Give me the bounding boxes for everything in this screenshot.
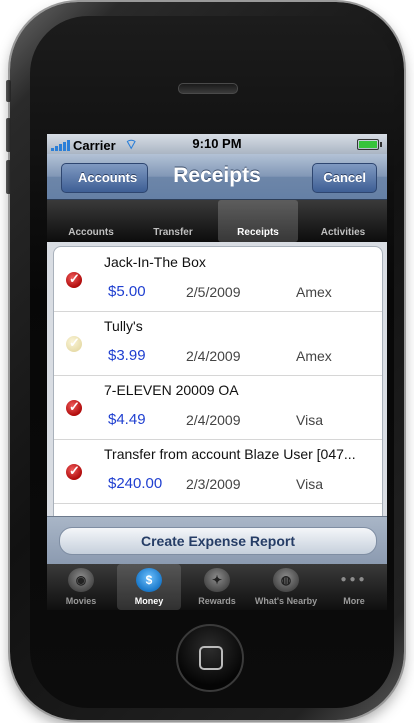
- tab-activities[interactable]: Activities: [303, 200, 383, 242]
- phone-screen: Carrier ⌔ 9:10 PM Accounts Receipts Canc…: [47, 134, 387, 610]
- status-time: 9:10 PM: [192, 136, 242, 151]
- tab-receipts[interactable]: Receipts: [218, 200, 298, 242]
- receipts-list[interactable]: Jack-In-The Box $5.00 2/5/2009 Amex Tull…: [53, 246, 383, 548]
- checkmark-icon[interactable]: [66, 271, 82, 288]
- receipt-row[interactable]: 7-ELEVEN 20009 OA $4.49 2/4/2009 Visa: [54, 375, 382, 440]
- section-tabs: Accounts Transfer Receipts Activities: [47, 200, 387, 242]
- tab-label: More: [343, 596, 365, 606]
- earpiece-speaker: [178, 83, 238, 94]
- receipt-amount: $240.00: [108, 475, 163, 492]
- tab-bar: ◉ Movies $ Money ✦ Rewards ◍ What's Near…: [47, 564, 387, 610]
- tab-whats-nearby[interactable]: ◍ What's Nearby: [251, 564, 321, 610]
- cancel-button[interactable]: Cancel: [312, 163, 377, 193]
- status-bar: Carrier ⌔ 9:10 PM: [47, 134, 387, 154]
- tab-label: What's Nearby: [254, 596, 318, 606]
- volume-up-button: [6, 118, 11, 152]
- receipt-name: Tully's: [104, 318, 143, 334]
- dollar-coin-icon: $: [136, 568, 162, 592]
- create-expense-report-button[interactable]: Create Expense Report: [59, 527, 377, 555]
- receipt-name: Jack-In-The Box: [104, 254, 206, 270]
- volume-down-button: [6, 160, 11, 194]
- checkmark-icon[interactable]: [66, 399, 82, 416]
- home-button[interactable]: [176, 624, 244, 692]
- tab-movies[interactable]: ◉ Movies: [49, 564, 113, 610]
- home-square-icon: [199, 646, 223, 670]
- tab-rewards[interactable]: ✦ Rewards: [185, 564, 249, 610]
- receipt-card: Amex: [296, 284, 332, 300]
- tab-label: Rewards: [198, 596, 236, 606]
- navigation-bar: Accounts Receipts Cancel: [47, 154, 387, 200]
- wifi-icon: ⌔: [124, 136, 138, 152]
- carrier-name: Carrier: [73, 137, 116, 153]
- receipt-amount: $5.00: [108, 283, 146, 300]
- receipt-card: Visa: [296, 476, 323, 492]
- receipt-amount: $4.49: [108, 411, 146, 428]
- battery-icon: [357, 139, 382, 150]
- receipt-date: 2/5/2009: [186, 284, 241, 300]
- film-reel-icon: ◉: [68, 568, 94, 592]
- action-bar: Create Expense Report: [47, 516, 387, 565]
- tab-accounts[interactable]: Accounts: [51, 200, 131, 242]
- receipt-name: 7-ELEVEN 20009 OA: [104, 382, 239, 398]
- receipt-date: 2/3/2009: [186, 476, 241, 492]
- more-dots-icon: ●●●: [340, 574, 368, 585]
- checkmark-icon[interactable]: [66, 463, 82, 480]
- globe-icon: ◍: [273, 568, 299, 592]
- tab-label: Movies: [65, 596, 97, 606]
- receipts-list-container: Jack-In-The Box $5.00 2/5/2009 Amex Tull…: [47, 242, 387, 548]
- tab-more[interactable]: ●●● More: [323, 564, 385, 610]
- mute-switch: [6, 80, 11, 102]
- gift-icon: ✦: [204, 568, 230, 592]
- checkmark-icon[interactable]: [66, 335, 82, 352]
- receipt-row[interactable]: Jack-In-The Box $5.00 2/5/2009 Amex: [54, 247, 382, 312]
- receipt-card: Amex: [296, 348, 332, 364]
- receipt-card: Visa: [296, 412, 323, 428]
- tab-transfer[interactable]: Transfer: [133, 200, 213, 242]
- signal-bars-icon: [51, 139, 70, 151]
- tab-money[interactable]: $ Money: [117, 564, 181, 610]
- receipt-amount: $3.99: [108, 347, 146, 364]
- receipt-date: 2/4/2009: [186, 348, 241, 364]
- receipt-date: 2/4/2009: [186, 412, 241, 428]
- receipt-row[interactable]: Transfer from account Blaze User [047...…: [54, 439, 382, 504]
- tab-label: Money: [134, 596, 164, 606]
- receipt-name: Transfer from account Blaze User [047...: [104, 446, 356, 462]
- receipt-row[interactable]: Tully's $3.99 2/4/2009 Amex: [54, 311, 382, 376]
- carrier-info: Carrier ⌔: [51, 136, 138, 154]
